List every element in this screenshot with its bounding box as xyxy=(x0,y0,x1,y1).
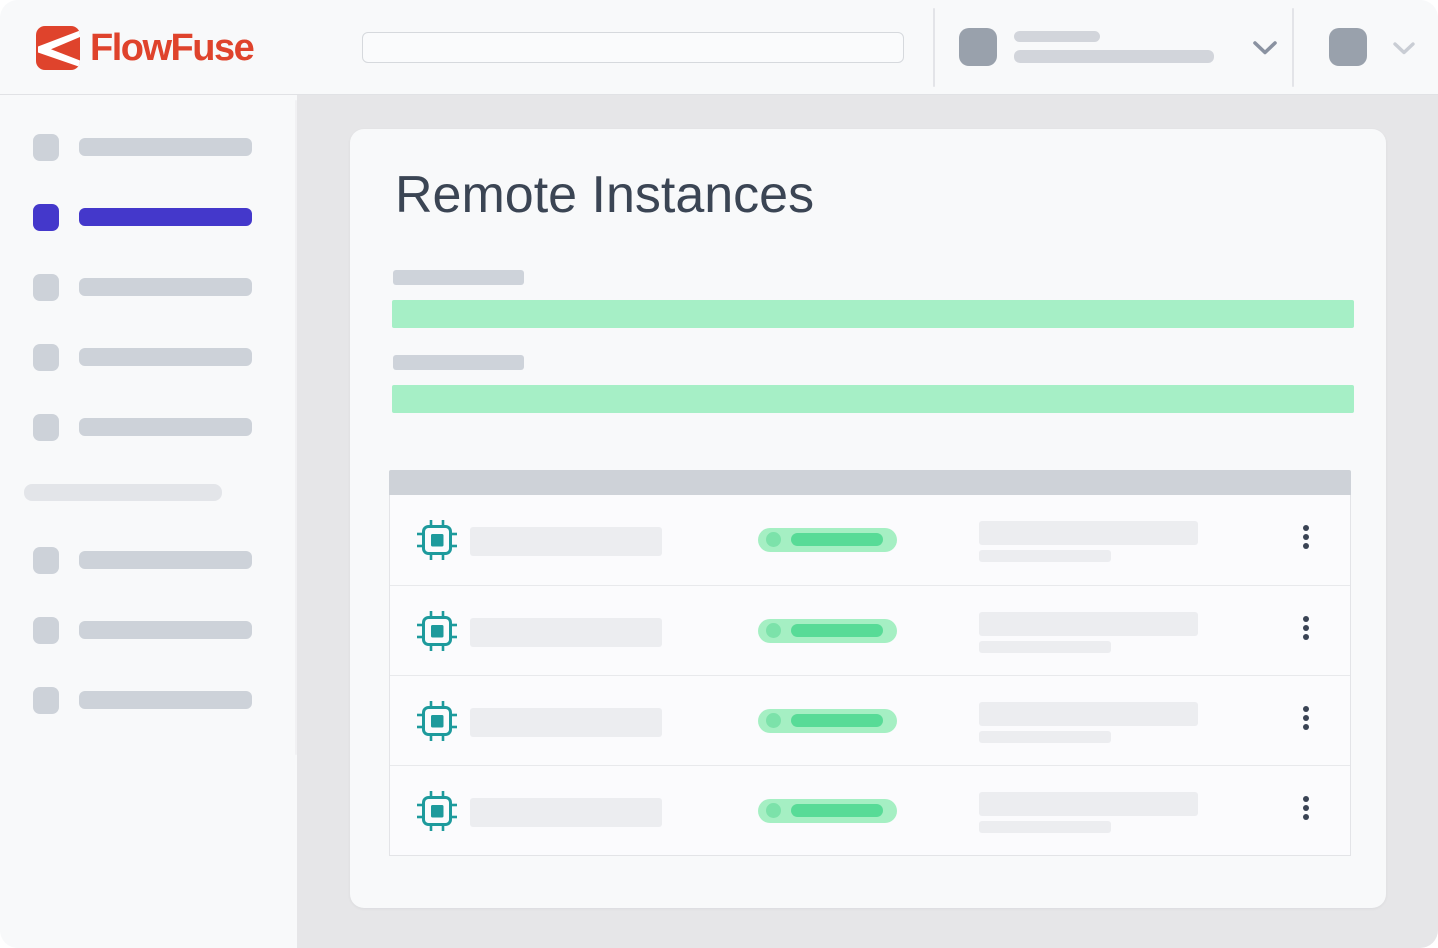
instance-row[interactable] xyxy=(390,495,1350,585)
instance-meta-placeholder xyxy=(979,521,1198,545)
device-chip-icon xyxy=(416,790,458,832)
instance-meta-placeholder xyxy=(979,612,1198,636)
sidebar xyxy=(0,95,297,948)
team-detail-placeholder xyxy=(1014,50,1214,63)
status-text-placeholder xyxy=(791,533,883,546)
instance-row[interactable] xyxy=(390,675,1350,765)
nav-icon-placeholder xyxy=(33,274,59,301)
status-dot xyxy=(766,713,781,728)
status-badge xyxy=(758,619,897,643)
nav-label-placeholder xyxy=(79,418,252,436)
status-badge xyxy=(758,528,897,552)
instance-name-placeholder xyxy=(470,708,662,737)
status-text-placeholder xyxy=(791,804,883,817)
page-card: Remote Instances xyxy=(350,129,1386,908)
instance-meta-placeholder xyxy=(979,792,1198,816)
nav-label-placeholder xyxy=(79,621,252,639)
instance-meta-placeholder xyxy=(979,702,1198,726)
status-text-placeholder xyxy=(791,624,883,637)
nav-icon-placeholder xyxy=(33,547,59,574)
status-dot xyxy=(766,803,781,818)
team-name-placeholder xyxy=(1014,31,1100,42)
table-body xyxy=(389,495,1351,856)
flowfuse-logo-icon xyxy=(36,26,80,70)
field-label-placeholder xyxy=(393,355,524,370)
sidebar-nav-item[interactable] xyxy=(0,344,297,378)
team-avatar xyxy=(959,28,997,66)
status-text-placeholder xyxy=(791,714,883,727)
home-logo-link[interactable]: FlowFuse xyxy=(36,0,253,95)
user-avatar xyxy=(1329,28,1367,66)
topbar-divider xyxy=(933,8,935,87)
instance-name-placeholder xyxy=(470,618,662,647)
sidebar-nav-item[interactable] xyxy=(0,414,297,448)
field-label-placeholder xyxy=(393,270,524,285)
topbar: FlowFuse xyxy=(0,0,1438,95)
status-badge xyxy=(758,799,897,823)
nav-label-placeholder xyxy=(79,348,252,366)
instance-meta-placeholder xyxy=(979,731,1111,743)
table-header-placeholder xyxy=(389,470,1351,495)
sidebar-nav-item[interactable] xyxy=(0,687,297,721)
sidebar-nav-item[interactable] xyxy=(0,547,297,581)
nav-icon-placeholder xyxy=(33,134,59,161)
row-actions-kebab-button[interactable] xyxy=(1295,702,1317,740)
sidebar-nav-item[interactable] xyxy=(0,617,297,651)
global-search-input[interactable] xyxy=(362,32,904,63)
instance-row[interactable] xyxy=(390,585,1350,675)
sidebar-nav-item[interactable] xyxy=(0,274,297,308)
nav-icon-placeholder xyxy=(33,617,59,644)
app-window: FlowFuse Remote Instances xyxy=(0,0,1438,948)
instance-meta-placeholder xyxy=(979,550,1111,562)
row-actions-kebab-button[interactable] xyxy=(1295,792,1317,830)
instance-meta-placeholder xyxy=(979,641,1111,653)
nav-label-placeholder xyxy=(79,691,252,709)
status-dot xyxy=(766,623,781,638)
team-selector[interactable] xyxy=(950,0,1285,95)
field-value-bar-success xyxy=(392,385,1354,413)
nav-icon-placeholder xyxy=(33,204,59,231)
chevron-down-icon xyxy=(1252,40,1278,56)
sidebar-section-label-placeholder xyxy=(24,484,222,501)
instance-row[interactable] xyxy=(390,765,1350,855)
instance-meta-placeholder xyxy=(979,821,1111,833)
chevron-down-icon xyxy=(1392,41,1416,56)
nav-icon-placeholder xyxy=(33,344,59,371)
topbar-divider xyxy=(1292,8,1294,87)
brand-wordmark: FlowFuse xyxy=(90,29,253,67)
user-menu[interactable] xyxy=(1329,0,1424,95)
row-actions-kebab-button[interactable] xyxy=(1295,612,1317,650)
status-dot xyxy=(766,532,781,547)
device-chip-icon xyxy=(416,700,458,742)
status-badge xyxy=(758,709,897,733)
sidebar-nav-item[interactable] xyxy=(0,134,297,168)
row-actions-kebab-button[interactable] xyxy=(1295,521,1317,559)
instances-table xyxy=(389,470,1351,856)
field-value-bar-success xyxy=(392,300,1354,328)
nav-icon-placeholder xyxy=(33,687,59,714)
instance-name-placeholder xyxy=(470,527,662,556)
page-title: Remote Instances xyxy=(395,165,814,225)
device-chip-icon xyxy=(416,610,458,652)
sidebar-nav-item-active[interactable] xyxy=(0,204,297,238)
main-content: Remote Instances xyxy=(297,95,1438,948)
device-chip-icon xyxy=(416,519,458,561)
nav-label-placeholder xyxy=(79,551,252,569)
instance-name-placeholder xyxy=(470,798,662,827)
nav-label-placeholder xyxy=(79,208,252,226)
nav-icon-placeholder xyxy=(33,414,59,441)
nav-label-placeholder xyxy=(79,278,252,296)
nav-label-placeholder xyxy=(79,138,252,156)
